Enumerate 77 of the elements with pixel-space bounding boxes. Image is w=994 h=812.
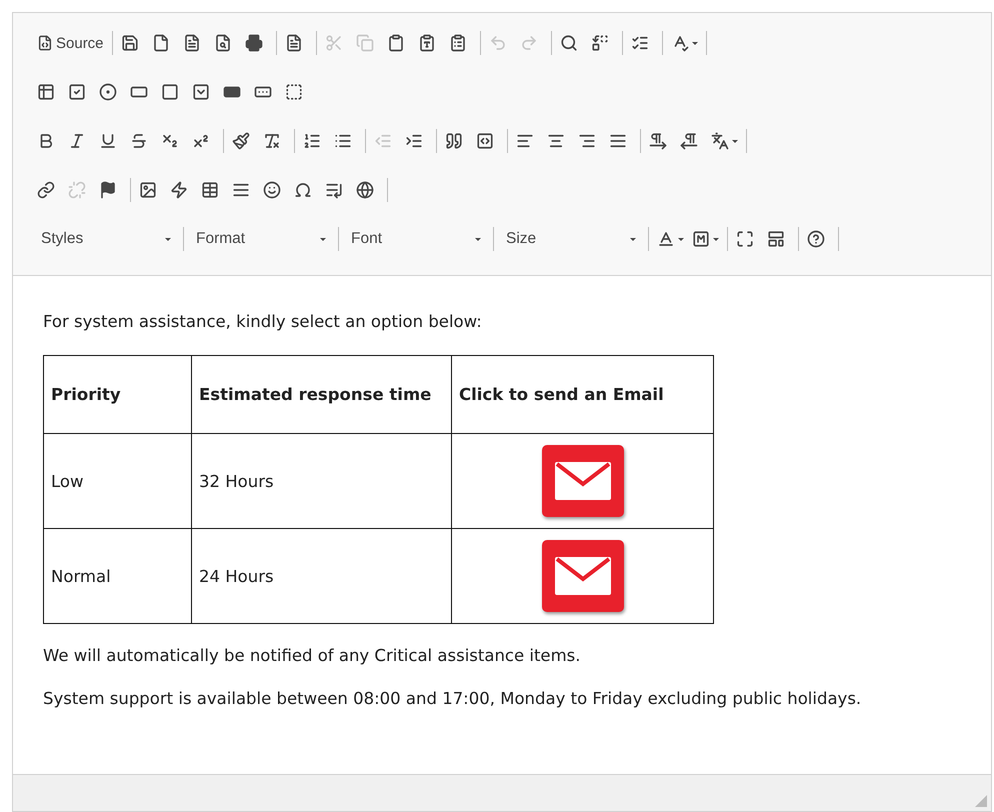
italic-icon bbox=[68, 132, 86, 150]
select-icon bbox=[192, 83, 210, 101]
remove-format-icon bbox=[263, 132, 281, 150]
show-blocks-icon bbox=[767, 230, 785, 248]
flash-icon bbox=[170, 181, 188, 199]
numbered-list-icon bbox=[303, 132, 321, 150]
table-header-cell: Priority bbox=[44, 356, 192, 434]
div-icon bbox=[476, 132, 494, 150]
search-icon bbox=[560, 34, 578, 52]
iframe-icon bbox=[356, 181, 374, 199]
paste-text-icon bbox=[418, 34, 436, 52]
superscript-icon bbox=[192, 132, 210, 150]
text-color-icon bbox=[657, 230, 675, 248]
image-icon bbox=[139, 181, 157, 199]
rtl-icon bbox=[680, 132, 698, 150]
align-center-icon bbox=[547, 132, 565, 150]
undo-icon bbox=[488, 34, 507, 52]
indent-icon bbox=[405, 132, 423, 150]
copy-format-icon bbox=[232, 132, 250, 150]
new-page-icon bbox=[152, 34, 170, 52]
paragraph: For system assistance, kindly select an option below: bbox=[43, 312, 483, 331]
paste-word-icon bbox=[448, 34, 467, 52]
toolbar-dropdown[interactable]: Font bbox=[343, 225, 489, 253]
paste-icon bbox=[386, 34, 405, 52]
resize-handle-icon[interactable] bbox=[975, 795, 987, 807]
ltr-icon bbox=[649, 132, 667, 150]
table-cell: Low bbox=[44, 434, 192, 528]
copy-icon bbox=[356, 34, 374, 52]
table-cell: 24 Hours bbox=[192, 528, 452, 624]
email-button[interactable] bbox=[542, 540, 624, 612]
form-icon bbox=[37, 83, 55, 101]
help-icon bbox=[807, 230, 825, 248]
cut-icon bbox=[324, 34, 343, 52]
envelope-icon bbox=[552, 460, 612, 502]
source-icon bbox=[37, 35, 53, 51]
hidden-field-icon bbox=[285, 83, 303, 101]
textarea-icon bbox=[161, 83, 179, 101]
envelope-icon bbox=[552, 555, 612, 597]
blockquote-icon bbox=[445, 132, 463, 150]
bulleted-list-icon bbox=[334, 132, 352, 150]
horizontal-line-icon bbox=[232, 181, 250, 199]
toolbar-dropdown[interactable]: Size bbox=[498, 225, 644, 253]
align-justify-icon bbox=[609, 132, 627, 150]
subscript-icon bbox=[161, 132, 179, 150]
table-cell: 32 Hours bbox=[192, 434, 452, 528]
smiley-icon bbox=[263, 181, 281, 199]
table-header-cell: Estimated response time bbox=[192, 356, 452, 434]
underline-icon bbox=[99, 132, 117, 150]
email-button[interactable] bbox=[542, 445, 624, 517]
pdf-icon bbox=[182, 34, 201, 52]
paragraph: System support is available between 08:00 and 17:00, Monday to Friday excluding public holidays. bbox=[43, 689, 862, 708]
outdent-icon bbox=[374, 132, 392, 150]
toolbar-dropdown[interactable]: Format bbox=[188, 225, 334, 253]
save-icon bbox=[120, 34, 139, 52]
radio-icon bbox=[99, 83, 117, 101]
maximize-icon bbox=[736, 230, 754, 248]
link-icon bbox=[37, 181, 55, 199]
unlink-icon bbox=[68, 181, 86, 199]
redo-icon bbox=[520, 34, 538, 52]
table-icon bbox=[201, 181, 219, 199]
source-button[interactable]: Source bbox=[33, 29, 108, 57]
replace-icon bbox=[590, 34, 609, 52]
table-header-cell: Click to send an Email bbox=[452, 356, 714, 434]
align-left-icon bbox=[516, 132, 534, 150]
preview-icon bbox=[214, 34, 232, 52]
anchor-icon bbox=[99, 181, 117, 199]
templates-icon bbox=[284, 34, 303, 52]
strike-icon bbox=[130, 132, 148, 150]
checkbox-icon bbox=[68, 83, 86, 101]
toolbar-dropdown[interactable]: Styles bbox=[33, 225, 179, 253]
special-char-icon bbox=[294, 181, 312, 199]
page-break-icon bbox=[325, 181, 343, 199]
align-right-icon bbox=[578, 132, 596, 150]
language-icon bbox=[711, 132, 729, 150]
select-all-icon bbox=[630, 34, 649, 52]
paragraph: We will automatically be notified of any Critical assistance items. bbox=[43, 646, 582, 665]
table-cell: Normal bbox=[44, 528, 192, 624]
